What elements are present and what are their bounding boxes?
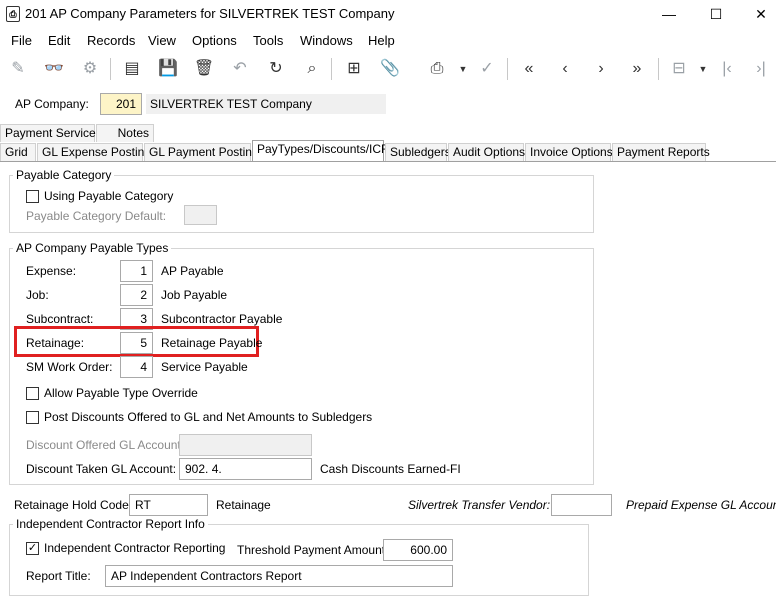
last-record-icon[interactable]: » bbox=[624, 56, 650, 82]
tab-payment-services[interactable]: Payment Services bbox=[0, 124, 102, 142]
allow-override-checkbox[interactable] bbox=[26, 387, 39, 400]
job-field[interactable]: 2 bbox=[120, 284, 153, 306]
tab-gl-expense-posting[interactable]: GL Expense Posting bbox=[37, 143, 151, 161]
tab-grid[interactable]: Grid bbox=[0, 143, 36, 161]
next-record-icon[interactable]: › bbox=[588, 56, 614, 82]
post-discounts-label: Post Discounts Offered to GL and Net Amo… bbox=[44, 410, 373, 424]
subcontract-desc: Subcontractor Payable bbox=[161, 312, 283, 326]
tab-payment-reports[interactable]: Payment Reports bbox=[612, 143, 710, 161]
tab-divider bbox=[0, 161, 776, 162]
using-payable-category-label: Using Payable Category bbox=[44, 189, 174, 203]
toolbar-separator bbox=[507, 58, 508, 80]
refresh-icon[interactable]: ↻ bbox=[263, 56, 289, 82]
subcontract-label: Subcontract: bbox=[26, 312, 94, 326]
using-payable-category-checkbox[interactable] bbox=[26, 190, 39, 203]
sm-work-order-label: SM Work Order: bbox=[26, 360, 113, 374]
save-icon[interactable]: 💾 bbox=[155, 56, 181, 82]
print-dropdown-icon[interactable]: ▼ bbox=[458, 56, 468, 82]
binoculars-icon[interactable]: 👓 bbox=[41, 56, 67, 82]
attachment-icon[interactable]: 📎 bbox=[377, 56, 403, 82]
discount-offered-label: Discount Offered GL Account: bbox=[26, 438, 185, 452]
menu-options[interactable]: Options bbox=[192, 33, 237, 48]
discount-taken-label: Discount Taken GL Account: bbox=[26, 462, 177, 476]
post-discounts-checkbox[interactable] bbox=[26, 411, 39, 424]
previous-record-icon[interactable]: ‹ bbox=[552, 56, 578, 82]
payable-category-default-label: Payable Category Default: bbox=[26, 209, 167, 223]
sm-work-order-field[interactable]: 4 bbox=[120, 356, 153, 378]
maximize-button[interactable]: ☐ bbox=[693, 0, 739, 28]
transfer-vendor-label: Silvertrek Transfer Vendor: bbox=[408, 498, 551, 512]
menu-windows[interactable]: Windows bbox=[300, 33, 353, 48]
threshold-label: Threshold Payment Amount: bbox=[237, 543, 389, 557]
menu-tools[interactable]: Tools bbox=[253, 33, 283, 48]
new-document-icon[interactable]: ▤ bbox=[119, 56, 145, 82]
payable-types-title: AP Company Payable Types bbox=[13, 241, 172, 255]
menu-records[interactable]: Records bbox=[87, 33, 135, 48]
job-desc: Job Payable bbox=[161, 288, 228, 302]
menu-help[interactable]: Help bbox=[368, 33, 395, 48]
start-icon[interactable]: |‹ bbox=[714, 56, 740, 82]
report-title-field[interactable]: AP Independent Contractors Report bbox=[105, 565, 453, 587]
job-label: Job: bbox=[26, 288, 49, 302]
delete-icon[interactable]: 🗑 bbox=[191, 56, 217, 82]
undo-icon[interactable]: ↶ bbox=[227, 56, 253, 82]
retainage-field[interactable]: 5 bbox=[120, 332, 153, 354]
spellcheck-icon[interactable]: ✓ bbox=[474, 56, 500, 82]
retainage-hold-label: Retainage Hold Code: bbox=[14, 498, 133, 512]
ap-company-field[interactable]: 201 bbox=[100, 93, 142, 115]
retainage-desc: Retainage Payable bbox=[161, 336, 263, 350]
menu-edit[interactable]: Edit bbox=[48, 33, 70, 48]
discount-taken-desc: Cash Discounts Earned-FI bbox=[320, 462, 461, 476]
tab-notes[interactable]: Notes bbox=[96, 124, 154, 142]
retainage-hold-desc: Retainage bbox=[216, 498, 271, 512]
expense-field[interactable]: 1 bbox=[120, 260, 153, 282]
expense-label: Expense: bbox=[26, 264, 77, 278]
tab-paytypes-discounts-icr[interactable]: PayTypes/Discounts/ICR bbox=[252, 140, 390, 161]
discount-taken-field[interactable]: 902. 4. bbox=[179, 458, 312, 480]
menu-file[interactable]: File bbox=[11, 33, 32, 48]
allow-override-label: Allow Payable Type Override bbox=[44, 386, 198, 400]
calculator-icon[interactable]: ⊞ bbox=[341, 56, 367, 82]
end-icon[interactable]: ›| bbox=[748, 56, 774, 82]
edit-icon[interactable]: ✎ bbox=[5, 56, 31, 82]
tab-subledgers[interactable]: Subledgers bbox=[385, 143, 451, 161]
discount-offered-field bbox=[179, 434, 312, 456]
sm-work-order-desc: Service Payable bbox=[161, 360, 248, 374]
retainage-label: Retainage: bbox=[26, 336, 85, 350]
print-icon[interactable]: ⎙ bbox=[424, 56, 450, 82]
payable-category-default-field bbox=[184, 205, 217, 225]
document-icon: ⎙ bbox=[6, 6, 20, 22]
window-title: 201 AP Company Parameters for SILVERTREK… bbox=[25, 6, 395, 21]
transfer-vendor-field[interactable] bbox=[551, 494, 612, 516]
icr-reporting-checkbox[interactable]: ✓ bbox=[26, 542, 39, 555]
payable-category-title: Payable Category bbox=[13, 168, 115, 182]
tab-gl-payment-posting[interactable]: GL Payment Posting bbox=[144, 143, 259, 161]
toolbar-separator bbox=[331, 58, 332, 80]
toolbar-separator bbox=[110, 58, 111, 80]
toolbar-separator bbox=[658, 58, 659, 80]
grid-settings-icon[interactable]: ⊟ bbox=[666, 56, 692, 82]
grid-dropdown-icon[interactable]: ▼ bbox=[698, 56, 708, 82]
icr-reporting-label: Independent Contractor Reporting bbox=[44, 541, 226, 555]
retainage-hold-field[interactable]: RT bbox=[129, 494, 208, 516]
menu-view[interactable]: View bbox=[148, 33, 176, 48]
prepaid-expense-label: Prepaid Expense GL Account: bbox=[626, 498, 776, 512]
expense-desc: AP Payable bbox=[161, 264, 224, 278]
icr-title: Independent Contractor Report Info bbox=[13, 517, 208, 531]
gear-icon[interactable]: ⚙ bbox=[77, 56, 103, 82]
close-button[interactable]: ✕ bbox=[738, 0, 776, 28]
report-title-label: Report Title: bbox=[26, 569, 91, 583]
search-icon[interactable]: ⌕ bbox=[299, 56, 325, 82]
threshold-field[interactable]: 600.00 bbox=[383, 539, 453, 561]
payable-category-group bbox=[9, 175, 594, 233]
ap-company-label: AP Company: bbox=[15, 97, 89, 111]
first-record-icon[interactable]: « bbox=[516, 56, 542, 82]
minimize-button[interactable]: — bbox=[646, 0, 692, 28]
tab-invoice-options[interactable]: Invoice Options bbox=[525, 143, 613, 161]
company-name: SILVERTREK TEST Company bbox=[146, 94, 386, 114]
tab-audit-options[interactable]: Audit Options bbox=[448, 143, 525, 161]
